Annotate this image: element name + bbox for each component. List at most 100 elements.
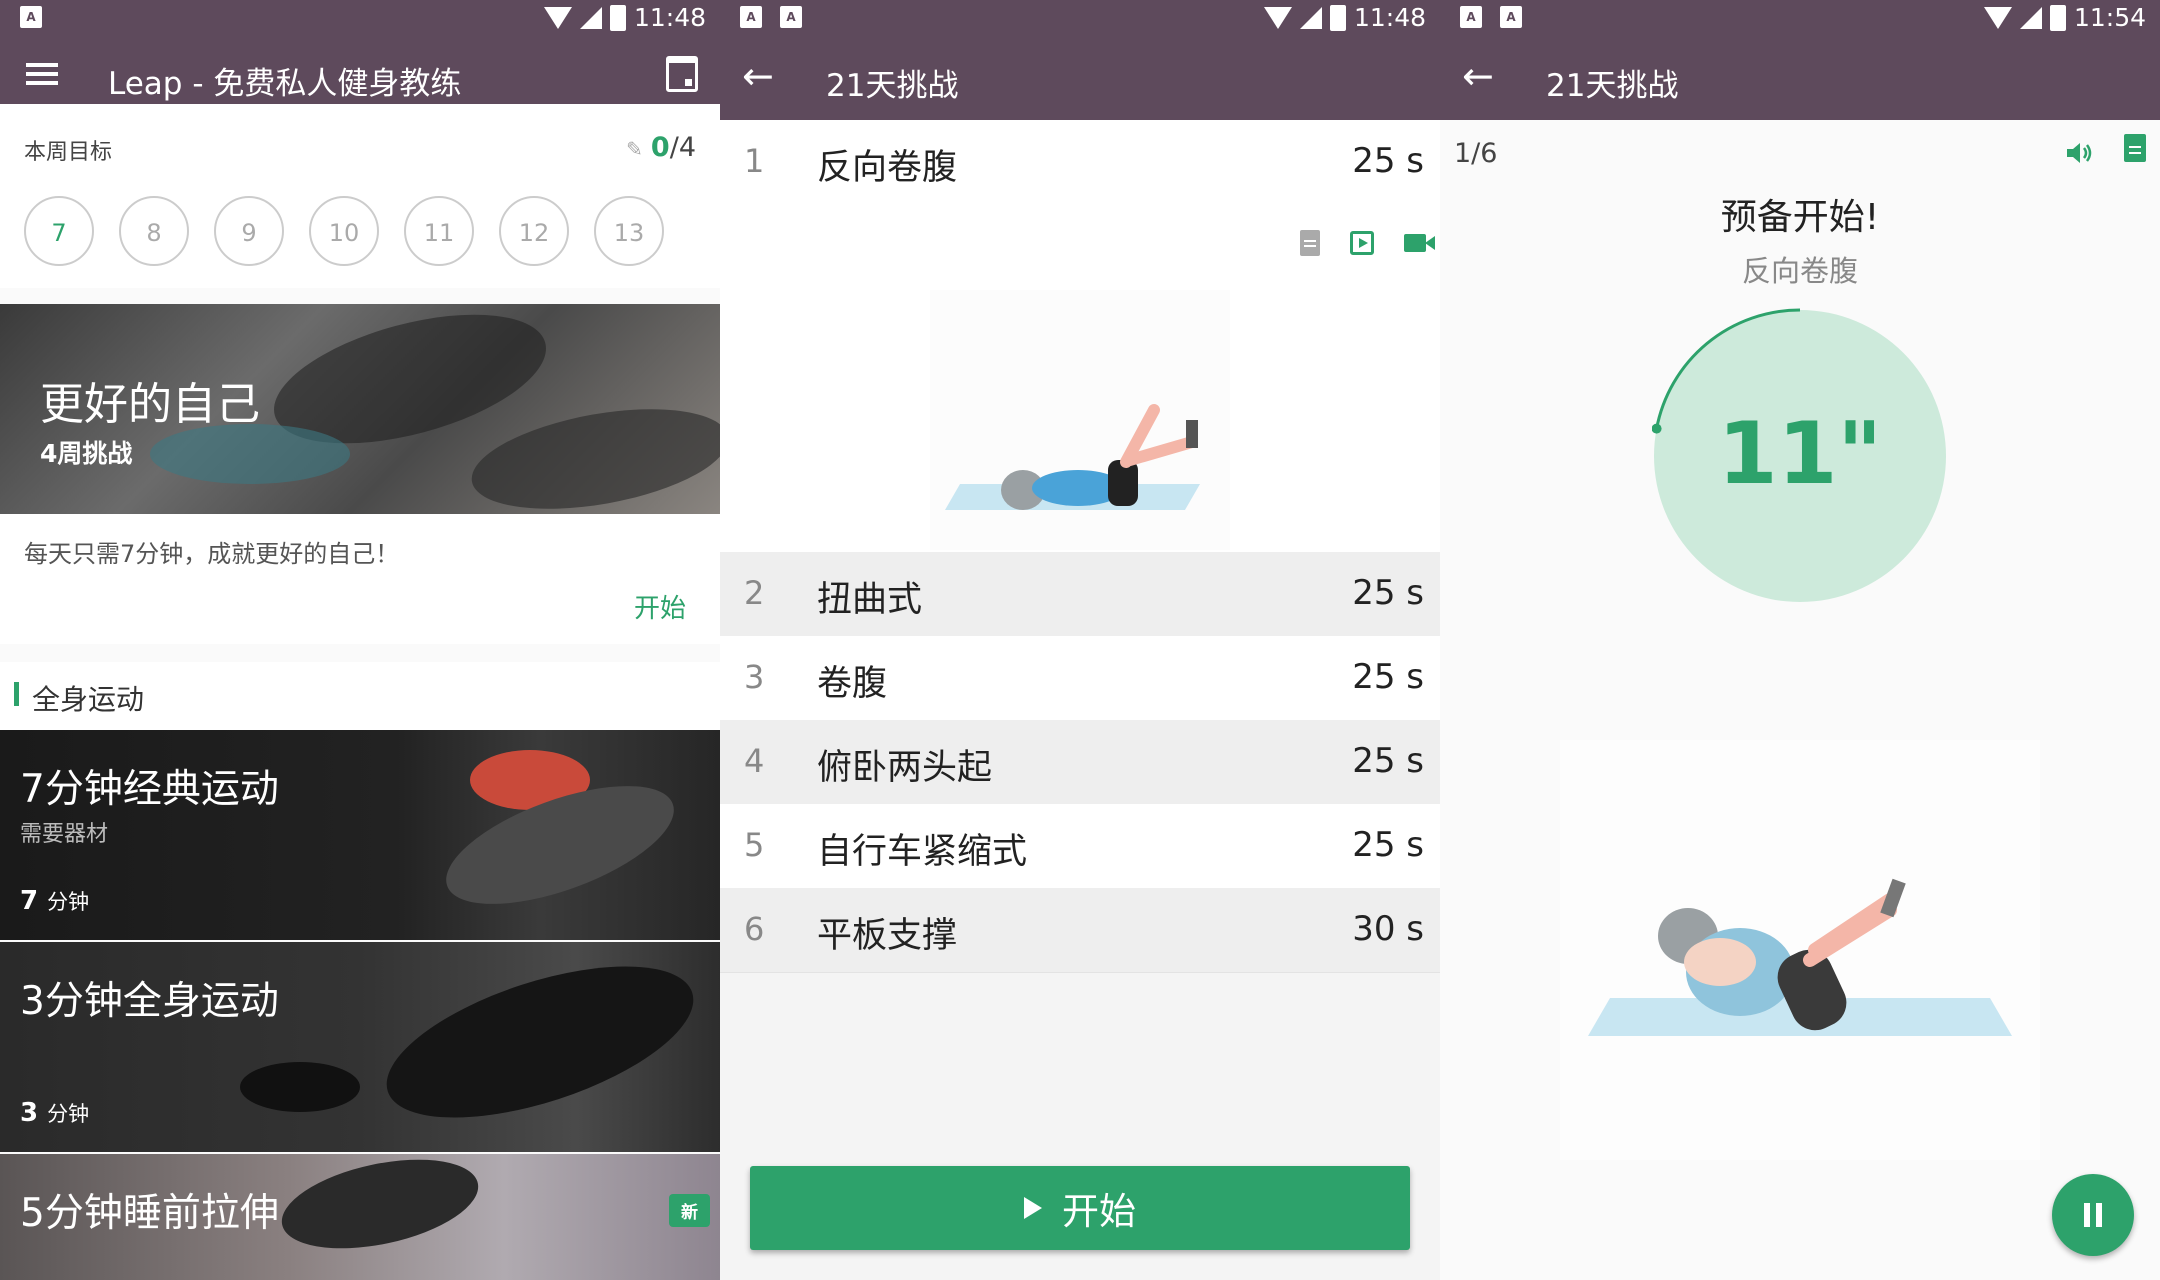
workout-duration: 7 分钟	[20, 886, 90, 916]
exercise-name: 扭曲式	[817, 580, 923, 620]
challenge-description: 每天只需7分钟，成就更好的自己！	[24, 540, 400, 568]
app-title: Leap - 免费私人健身教练	[108, 66, 462, 102]
status-bar: A 11:48	[0, 0, 720, 36]
exercise-row[interactable]: 3 卷腹 25 s	[720, 636, 1440, 721]
sound-icon[interactable]	[2064, 138, 2094, 168]
wifi-icon	[1263, 6, 1292, 29]
workout-title: 5分钟睡前拉伸	[20, 1191, 279, 1236]
countdown-value: 11"	[1717, 404, 1883, 504]
countdown-timer: 11"	[1652, 308, 1948, 604]
battery-icon	[609, 4, 626, 31]
exercise-row-expanded[interactable]: 1 反向卷腹 25 s	[720, 120, 1440, 552]
challenge-title: 更好的自己	[40, 379, 260, 430]
exercise-name: 卷腹	[817, 664, 888, 704]
signal-icon	[2019, 6, 2042, 29]
animation-play-icon[interactable]	[1350, 231, 1374, 255]
weekly-goal-label: 本周目标	[24, 140, 113, 165]
status-bar: AA 11:54	[1440, 0, 2160, 36]
new-badge: 新	[669, 1194, 710, 1227]
exercise-number: 5	[744, 826, 765, 864]
challenge-description-card: 每天只需7分钟，成就更好的自己！ 开始	[0, 514, 720, 644]
instructions-icon[interactable]	[1300, 230, 1320, 256]
calendar-icon[interactable]	[666, 56, 698, 92]
status-time: 11:48	[1353, 3, 1426, 32]
exercise-illustration	[930, 290, 1230, 550]
app-toolbar: ← 21天挑战	[720, 36, 1440, 120]
wifi-icon	[1983, 6, 2012, 29]
workout-screen: AA 11:54 ← 21天挑战 1/6 预备开始! 反向卷腹 11"	[1440, 0, 2160, 1280]
exercise-duration: 25 s	[1352, 573, 1424, 613]
day-circle[interactable]: 11	[404, 196, 474, 266]
back-arrow-icon[interactable]: ←	[1462, 56, 1494, 96]
status-bar: AA 11:48	[720, 0, 1440, 36]
exercise-row[interactable]: 5 自行车紧缩式 25 s	[720, 804, 1440, 889]
start-workout-label: 开始	[1062, 1190, 1136, 1233]
workout-card[interactable]: 3分钟全身运动 3 分钟	[0, 942, 720, 1152]
notification-icon: A	[20, 6, 42, 28]
start-workout-button[interactable]: 开始	[750, 1166, 1410, 1250]
challenge-banner[interactable]: 更好的自己 4周挑战	[0, 304, 720, 514]
exercise-number: 3	[744, 658, 765, 696]
video-icon[interactable]	[1404, 234, 1435, 252]
screen-title: 21天挑战	[826, 68, 959, 104]
notification-icon: A	[1460, 6, 1482, 28]
signal-icon	[1299, 6, 1322, 29]
exercise-duration: 25 s	[1352, 141, 1424, 181]
app-toolbar: ← 21天挑战	[1440, 36, 2160, 120]
exercise-number: 6	[744, 910, 765, 948]
exercise-name: 俯卧两头起	[817, 748, 993, 788]
weekly-goal-count[interactable]: ✎ 0/4	[626, 132, 696, 163]
workout-title: 7分钟经典运动	[20, 767, 279, 812]
challenge-start-button[interactable]: 开始	[634, 588, 686, 625]
exercise-row[interactable]: 4 俯卧两头起 25 s	[720, 720, 1440, 805]
exercise-duration: 30 s	[1352, 909, 1424, 949]
home-screen: A 11:48 Leap - 免费私人健身教练 本周目标 ✎ 0/4 7 8 9 …	[0, 0, 720, 1280]
exercise-row[interactable]: 2 扭曲式 25 s	[720, 552, 1440, 637]
back-arrow-icon[interactable]: ←	[742, 56, 774, 96]
ready-heading: 预备开始!	[1720, 197, 1880, 238]
workout-duration: 3 分钟	[20, 1098, 90, 1128]
instructions-icon[interactable]	[2124, 134, 2146, 162]
weekly-goal-card: 本周目标 ✎ 0/4 7 8 9 10 11 12 13	[0, 104, 720, 288]
edit-icon[interactable]: ✎	[626, 137, 643, 161]
day-circle[interactable]: 10	[309, 196, 379, 266]
challenge-subtitle: 4周挑战	[40, 439, 133, 468]
exercise-name: 自行车紧缩式	[817, 832, 1028, 872]
exercise-name: 平板支撑	[817, 916, 958, 956]
workout-card[interactable]: 7分钟经典运动 需要器材 7 分钟	[0, 730, 720, 940]
workout-title: 3分钟全身运动	[20, 979, 279, 1024]
exercise-progress: 1/6	[1454, 138, 1498, 169]
notification-icon: A	[1500, 6, 1522, 28]
current-exercise-name: 反向卷腹	[1741, 254, 1858, 288]
exercise-row[interactable]: 6 平板支撑 30 s	[720, 888, 1440, 973]
play-icon	[1024, 1197, 1042, 1219]
status-time: 11:54	[2073, 3, 2146, 32]
status-time: 11:48	[633, 3, 706, 32]
menu-icon[interactable]	[26, 58, 58, 90]
exercise-number: 1	[744, 142, 765, 180]
exercise-number: 2	[744, 574, 765, 612]
exercise-illustration	[1560, 740, 2040, 1160]
workout-subtitle: 需要器材	[20, 822, 109, 847]
section-header: 全身运动	[0, 662, 720, 730]
week-days: 7 8 9 10 11 12 13	[24, 196, 664, 266]
signal-icon	[579, 6, 602, 29]
exercise-number: 4	[744, 742, 765, 780]
section-title: 全身运动	[32, 683, 145, 716]
day-circle[interactable]: 7	[24, 196, 94, 266]
day-circle[interactable]: 13	[594, 196, 664, 266]
plan-screen: AA 11:48 ← 21天挑战 1 反向卷腹 25 s 2 扭曲式 25 s …	[720, 0, 1440, 1280]
wifi-icon	[543, 6, 572, 29]
day-circle[interactable]: 12	[499, 196, 569, 266]
exercise-duration: 25 s	[1352, 825, 1424, 865]
battery-icon	[2049, 4, 2066, 31]
day-circle[interactable]: 9	[214, 196, 284, 266]
battery-icon	[1329, 4, 1346, 31]
workout-card[interactable]: 5分钟睡前拉伸 新	[0, 1154, 720, 1280]
notification-icon: A	[780, 6, 802, 28]
pause-button[interactable]	[2052, 1174, 2134, 1256]
day-circle[interactable]: 8	[119, 196, 189, 266]
screen-title: 21天挑战	[1546, 68, 1679, 104]
exercise-name: 反向卷腹	[817, 148, 958, 188]
notification-icon: A	[740, 6, 762, 28]
